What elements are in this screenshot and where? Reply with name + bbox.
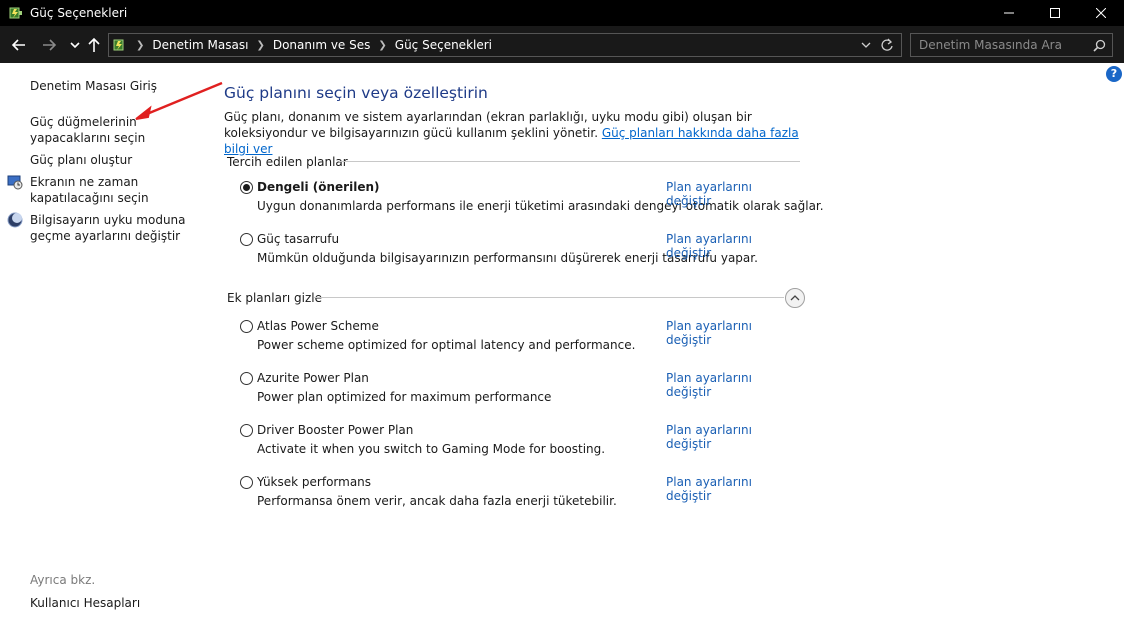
plan-atlas: Atlas Power Scheme Power scheme optimize… bbox=[240, 319, 800, 359]
sidebar-item-sleep-settings[interactable]: Bilgisayarın uyku moduna geçme ayarların… bbox=[30, 212, 186, 244]
plan-radio-azurite[interactable] bbox=[240, 372, 253, 385]
maximize-button[interactable] bbox=[1032, 0, 1078, 26]
search-icon[interactable] bbox=[1093, 39, 1106, 52]
breadcrumb-separator-icon: ❯ bbox=[136, 39, 145, 51]
title-bar: Güç Seçenekleri bbox=[0, 0, 1124, 26]
breadcrumb-power-options[interactable]: Güç Seçenekleri bbox=[395, 38, 492, 52]
back-arrow-icon[interactable] bbox=[10, 36, 28, 54]
page-description: Güç planı, donanım ve sistem ayarlarında… bbox=[224, 109, 804, 157]
change-plan-settings-link[interactable]: Plan ayarlarını değiştir bbox=[666, 319, 800, 347]
change-plan-settings-link[interactable]: Plan ayarlarını değiştir bbox=[666, 475, 800, 503]
control-panel-icon bbox=[113, 39, 124, 51]
plan-description: Activate it when you switch to Gaming Mo… bbox=[257, 442, 606, 456]
refresh-icon[interactable] bbox=[880, 37, 894, 53]
plan-name: Atlas Power Scheme bbox=[257, 319, 379, 333]
plan-name: Dengeli (önerilen) bbox=[257, 180, 380, 194]
breadcrumb-separator-icon: ❯ bbox=[378, 39, 387, 51]
chevron-up-icon bbox=[790, 295, 800, 301]
plan-radio-power-saver[interactable] bbox=[240, 233, 253, 246]
plan-azurite: Azurite Power Plan Power plan optimized … bbox=[240, 371, 800, 411]
annotation-arrow-icon bbox=[135, 81, 223, 120]
plan-radio-high-performance[interactable] bbox=[240, 476, 253, 489]
breadcrumb-separator-icon: ❯ bbox=[256, 39, 265, 51]
page-title: Güç planını seçin veya özelleştirin bbox=[224, 84, 488, 102]
power-options-icon bbox=[9, 7, 22, 19]
close-button[interactable] bbox=[1078, 0, 1124, 26]
change-plan-settings-link[interactable]: Plan ayarlarını değiştir bbox=[666, 232, 800, 260]
close-icon bbox=[1096, 8, 1106, 18]
plan-description: Performansa önem verir, ancak daha fazla… bbox=[257, 494, 617, 508]
change-plan-settings-link[interactable]: Plan ayarlarını değiştir bbox=[666, 371, 800, 399]
recent-locations-chevron-icon[interactable] bbox=[66, 36, 84, 54]
sidebar-item-display-off[interactable]: Ekranın ne zaman kapatılacağını seçin bbox=[30, 174, 149, 206]
change-plan-settings-link[interactable]: Plan ayarlarını değiştir bbox=[666, 423, 800, 451]
power-options-window: Güç Seçenekleri ❯ Denetim Masası ❯ Donan… bbox=[0, 0, 1124, 629]
plan-power-saver: Güç tasarrufu Mümkün olduğunda bilgisaya… bbox=[240, 232, 800, 272]
plan-description: Power scheme optimized for optimal laten… bbox=[257, 338, 636, 352]
plan-radio-balanced[interactable] bbox=[240, 181, 253, 194]
help-icon[interactable]: ? bbox=[1106, 66, 1122, 82]
address-dropdown-chevron-icon[interactable] bbox=[860, 39, 872, 51]
hide-additional-plans-toggle[interactable]: Ek planları gizle bbox=[227, 291, 322, 305]
sidebar-item-create-plan[interactable]: Güç planı oluştur bbox=[30, 152, 132, 168]
plan-name: Güç tasarrufu bbox=[257, 232, 340, 246]
sidebar-item-power-buttons[interactable]: Güç düğmelerinin yapacaklarını seçin bbox=[30, 114, 145, 146]
plan-description: Power plan optimized for maximum perform… bbox=[257, 390, 552, 404]
breadcrumb-control-panel[interactable]: Denetim Masası bbox=[152, 38, 248, 52]
minimize-icon bbox=[1004, 12, 1014, 14]
plan-radio-atlas[interactable] bbox=[240, 320, 253, 333]
breadcrumb: ❯ Denetim Masası ❯ Donanım ve Ses ❯ Güç … bbox=[108, 33, 492, 57]
plan-name: Yüksek performans bbox=[257, 475, 372, 489]
forward-arrow-icon[interactable] bbox=[40, 36, 58, 54]
search-placeholder: Denetim Masasında Ara bbox=[919, 38, 1062, 52]
see-also-label: Ayrıca bkz. bbox=[30, 573, 96, 587]
plan-high-performance: Yüksek performans Performansa önem verir… bbox=[240, 475, 800, 515]
collapse-button[interactable] bbox=[785, 288, 805, 308]
plan-name: Driver Booster Power Plan bbox=[257, 423, 414, 437]
plan-name: Azurite Power Plan bbox=[257, 371, 369, 385]
maximize-icon bbox=[1050, 8, 1060, 18]
change-plan-settings-link[interactable]: Plan ayarlarını değiştir bbox=[666, 180, 800, 208]
sleep-moon-icon bbox=[7, 212, 23, 228]
window-title: Güç Seçenekleri bbox=[30, 6, 128, 20]
preferred-plans-header: Tercih edilen planlar bbox=[227, 155, 348, 169]
plan-radio-driver-booster[interactable] bbox=[240, 424, 253, 437]
plan-driver-booster: Driver Booster Power Plan Activate it wh… bbox=[240, 423, 800, 463]
user-accounts-link[interactable]: Kullanıcı Hesapları bbox=[30, 596, 140, 610]
up-arrow-icon[interactable] bbox=[85, 36, 103, 54]
section-divider bbox=[339, 161, 800, 162]
search-input[interactable]: Denetim Masasında Ara bbox=[910, 33, 1113, 57]
display-timer-icon bbox=[7, 175, 23, 190]
breadcrumb-hardware-sound[interactable]: Donanım ve Ses bbox=[273, 38, 371, 52]
minimize-button[interactable] bbox=[986, 0, 1032, 26]
plan-balanced: Dengeli (önerilen) Uygun donanımlarda pe… bbox=[240, 180, 824, 220]
section-divider bbox=[314, 297, 784, 298]
